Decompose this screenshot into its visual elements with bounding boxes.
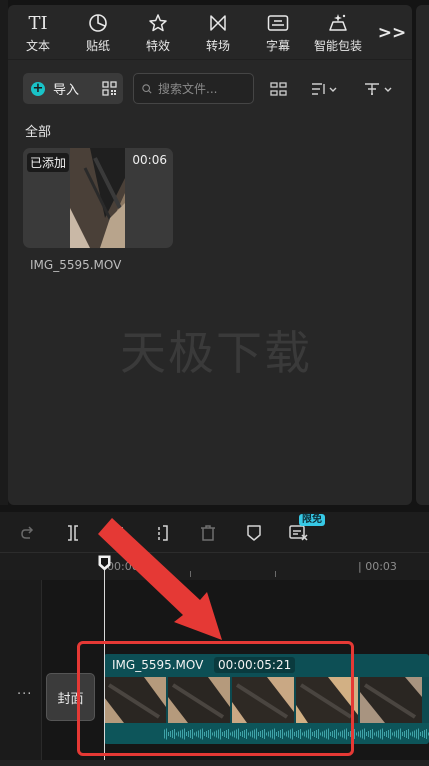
ruler-tick	[275, 571, 276, 577]
subtitle-icon	[267, 12, 289, 34]
import-group: + 导入	[23, 73, 123, 104]
split-icon	[68, 525, 78, 541]
smart-package-icon	[327, 12, 349, 34]
trim-left-icon	[114, 525, 123, 541]
effects-star-icon	[147, 12, 169, 34]
search-icon	[142, 83, 152, 94]
media-panel: TI 文本 贴纸 特效 转场 字幕 智能包装 >> + 导入 搜索文件... 全…	[8, 5, 412, 505]
more-tabs-button[interactable]: >>	[377, 19, 407, 47]
marker-button[interactable]	[246, 524, 262, 542]
filter-icon	[365, 83, 392, 95]
audio-waveform	[104, 723, 429, 744]
import-label: 导入	[53, 83, 80, 98]
media-item-card[interactable]: 已添加 00:06	[23, 148, 173, 248]
media-duration: 00:06	[132, 153, 167, 167]
playhead-line	[104, 556, 105, 766]
caption-icon	[289, 525, 308, 541]
side-panel-edge	[416, 5, 429, 505]
grid-view-icon	[270, 82, 287, 96]
clip-header: IMG_5595.MOV 00:00:05:21	[104, 654, 429, 677]
tab-label: 文本	[25, 39, 50, 53]
track-header	[0, 580, 42, 766]
free-badge: 限免	[299, 514, 325, 526]
horizontal-scrollbar[interactable]	[0, 760, 429, 766]
added-badge: 已添加	[27, 153, 70, 172]
ruler-label-start: 00:00	[107, 560, 139, 573]
clip-name: IMG_5595.MOV	[112, 658, 204, 672]
plus-icon: +	[31, 80, 45, 96]
clip-frames	[104, 677, 429, 723]
timeline-toolbar	[0, 512, 429, 552]
time-ruler: 00:00 | 00:03	[0, 552, 429, 580]
text-icon: TI	[28, 12, 48, 34]
search-input[interactable]	[158, 81, 253, 96]
filter-button[interactable]	[364, 80, 394, 98]
trim-right-button[interactable]	[154, 524, 172, 542]
media-filename: IMG_5595.MOV	[30, 258, 122, 272]
app-window: TI 文本 贴纸 特效 转场 字幕 智能包装 >> + 导入 搜索文件... 全…	[0, 0, 429, 766]
ruler-label-mark: | 00:03	[358, 560, 397, 573]
clip-frame	[168, 677, 230, 723]
ruler-tick	[190, 571, 191, 577]
double-chevron-right-icon: >>	[377, 23, 407, 43]
tab-subtitle[interactable]: 字幕	[248, 5, 308, 59]
playhead-handle[interactable]	[98, 555, 111, 571]
tab-label: 字幕	[265, 39, 290, 53]
tab-label: 转场	[205, 39, 230, 53]
trim-right-icon	[158, 525, 168, 541]
divider	[8, 59, 412, 60]
search-box	[133, 73, 254, 104]
tab-label: 贴纸	[85, 39, 110, 53]
tab-label: 智能包装	[313, 39, 362, 53]
sticker-icon	[87, 12, 109, 34]
category-tabs: TI 文本 贴纸 特效 转场 字幕 智能包装 >>	[8, 5, 412, 59]
grid-view-button[interactable]	[270, 80, 287, 98]
clip-frame	[104, 677, 166, 723]
split-button[interactable]	[64, 524, 82, 542]
trash-icon	[201, 525, 215, 541]
clip-frame	[360, 677, 422, 723]
auto-caption-button[interactable]	[289, 524, 309, 542]
cover-button[interactable]: 封面	[46, 673, 95, 721]
left-gutter	[0, 0, 8, 505]
watermark-text: 天极下载	[120, 326, 312, 380]
redo-icon	[21, 526, 34, 539]
delete-button[interactable]	[200, 524, 216, 542]
clip-frame	[296, 677, 358, 723]
tab-effects[interactable]: 特效	[128, 5, 188, 59]
import-button[interactable]: + 导入	[23, 73, 79, 104]
clip-frame	[232, 677, 294, 723]
timeline-clip[interactable]: IMG_5595.MOV 00:00:05:21	[104, 654, 429, 744]
tab-smart-package[interactable]: 智能包装	[308, 5, 368, 59]
tab-label: 特效	[145, 39, 170, 53]
clip-duration: 00:00:05:21	[214, 657, 296, 673]
tab-transition[interactable]: 转场	[188, 5, 248, 59]
tab-text[interactable]: TI 文本	[8, 5, 68, 59]
sort-button[interactable]	[311, 80, 339, 98]
marker-shield-icon	[247, 525, 261, 541]
sort-icon	[312, 83, 337, 95]
section-title: 全部	[25, 125, 52, 140]
trim-left-button[interactable]	[110, 524, 128, 542]
tab-sticker[interactable]: 贴纸	[68, 5, 128, 59]
media-thumbnail	[70, 148, 125, 248]
qr-code-button[interactable]	[102, 81, 117, 96]
media-toolbar: + 导入	[8, 73, 412, 105]
redo-button[interactable]	[20, 524, 36, 542]
qr-code-icon	[102, 81, 117, 96]
track-more-icon[interactable]: ···	[17, 687, 32, 702]
transition-icon	[207, 12, 229, 34]
